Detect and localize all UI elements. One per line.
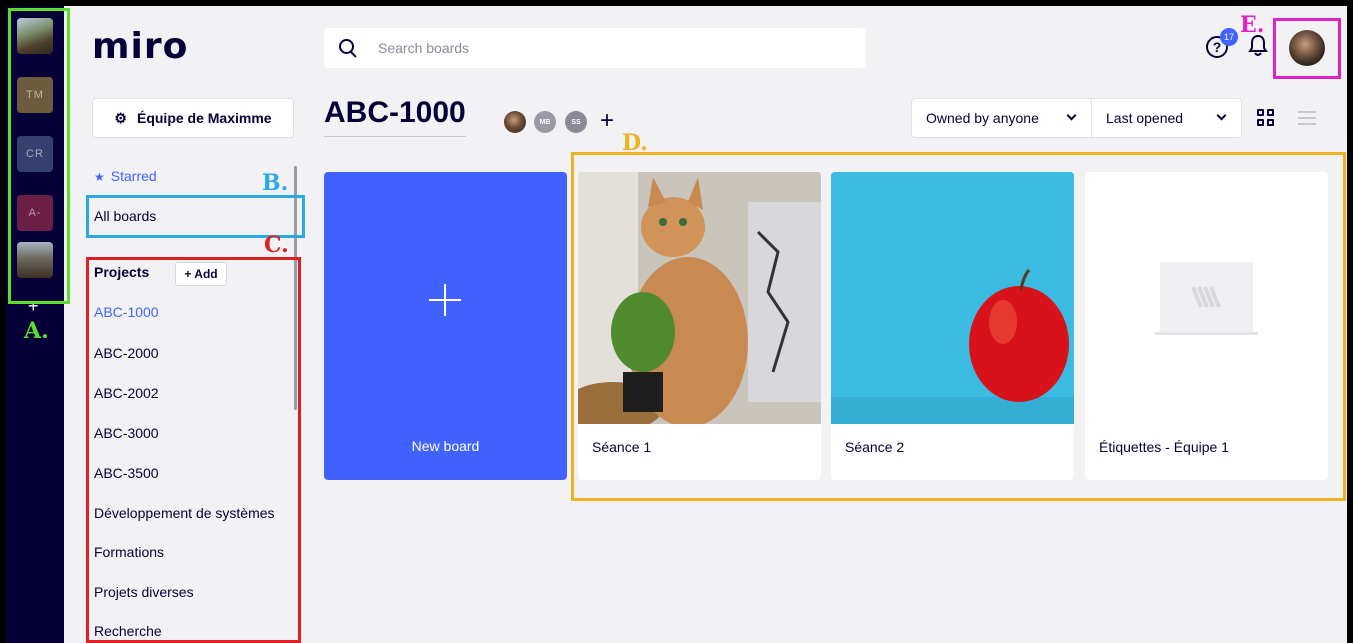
sidebar-item-label: Starred bbox=[110, 168, 157, 184]
board-card[interactable]: Séance 1 bbox=[578, 172, 821, 480]
notification-count-badge: 17 bbox=[1220, 28, 1238, 46]
sidebar-project-item[interactable]: ABC-1000 bbox=[94, 304, 159, 320]
plus-icon bbox=[429, 284, 461, 316]
annotation-label-d: D. bbox=[622, 130, 648, 156]
team-initials: A- bbox=[28, 207, 42, 219]
team-switcher-cr[interactable]: CR bbox=[17, 136, 53, 172]
sidebar-item-all-boards[interactable]: All boards bbox=[94, 208, 156, 224]
sidebar-project-item[interactable]: Développement de systèmes bbox=[94, 505, 275, 521]
add-project-button[interactable]: + Add bbox=[175, 262, 227, 286]
team-name: Équipe de Maximme bbox=[136, 110, 272, 126]
grid-view-icon[interactable] bbox=[1257, 109, 1275, 127]
star-icon: ★ bbox=[94, 170, 105, 184]
new-board-button[interactable]: New board bbox=[324, 172, 567, 480]
annotation-label-b: B. bbox=[262, 170, 289, 196]
sidebar-project-item[interactable]: ABC-3500 bbox=[94, 465, 159, 481]
sidebar-project-item[interactable]: ABC-3000 bbox=[94, 425, 159, 441]
add-team-button[interactable]: + bbox=[28, 296, 39, 317]
board-name: Séance 1 bbox=[592, 439, 652, 455]
miro-placeholder-icon bbox=[1155, 262, 1258, 335]
team-switcher-tm[interactable]: TM bbox=[17, 77, 53, 113]
team-switcher-5[interactable] bbox=[17, 242, 53, 278]
board-card[interactable]: Séance 2 bbox=[831, 172, 1074, 480]
member-avatar[interactable]: SS bbox=[565, 111, 587, 133]
sidebar-project-item[interactable]: ABC-2000 bbox=[94, 345, 159, 361]
board-name: Séance 2 bbox=[845, 439, 905, 455]
sort-dropdown[interactable]: Last opened bbox=[1092, 98, 1242, 138]
projects-heading: Projects bbox=[94, 264, 150, 280]
search-input[interactable] bbox=[378, 40, 838, 56]
cat-photo bbox=[578, 172, 821, 424]
annotation-label-e: E. bbox=[1240, 12, 1265, 38]
list-view-icon[interactable] bbox=[1298, 110, 1316, 126]
board-name: Étiquettes - Équipe 1 bbox=[1099, 439, 1229, 455]
board-thumbnail bbox=[831, 172, 1074, 424]
owner-filter-value: Owned by anyone bbox=[926, 110, 1039, 126]
sidebar-item-starred[interactable]: ★ Starred bbox=[94, 168, 157, 184]
team-settings-button[interactable]: ⚙ Équipe de Maximme bbox=[92, 98, 294, 138]
member-avatar[interactable] bbox=[504, 111, 526, 133]
team-switcher-a[interactable]: A- bbox=[17, 195, 53, 231]
add-member-button[interactable]: + bbox=[600, 107, 614, 135]
member-avatar[interactable]: MB bbox=[534, 111, 556, 133]
team-initials: TM bbox=[26, 89, 44, 101]
sidebar-project-item[interactable]: Projets diverses bbox=[94, 584, 194, 600]
apple-photo bbox=[831, 172, 1074, 424]
chevron-down-icon bbox=[1216, 110, 1227, 121]
sidebar-project-item[interactable]: ABC-2002 bbox=[94, 385, 159, 401]
owner-filter-dropdown[interactable]: Owned by anyone bbox=[911, 98, 1092, 138]
board-card[interactable]: Étiquettes - Équipe 1 bbox=[1085, 172, 1328, 480]
miro-logo[interactable]: miro bbox=[92, 26, 188, 67]
board-thumbnail bbox=[1085, 172, 1328, 424]
team-switcher-1[interactable] bbox=[17, 18, 53, 54]
sidebar-project-item[interactable]: Recherche bbox=[94, 623, 162, 639]
gear-icon: ⚙ bbox=[114, 109, 127, 126]
sort-value: Last opened bbox=[1106, 110, 1184, 126]
search-icon bbox=[338, 38, 358, 58]
sidebar-project-item[interactable]: Formations bbox=[94, 544, 164, 560]
annotation-label-c: C. bbox=[264, 232, 289, 258]
project-title[interactable]: ABC-1000 bbox=[324, 96, 466, 137]
search-bar[interactable] bbox=[324, 28, 866, 68]
miro-dashboard: TM CR A- + miro ? 17 ⚙ Équipe de Maximme… bbox=[6, 6, 1347, 643]
user-avatar[interactable] bbox=[1289, 30, 1325, 66]
board-thumbnail bbox=[578, 172, 821, 424]
team-initials: CR bbox=[26, 148, 44, 160]
chevron-down-icon bbox=[1066, 110, 1077, 121]
new-board-label: New board bbox=[411, 438, 480, 454]
sidebar-scrollbar[interactable] bbox=[294, 166, 297, 410]
annotation-label-a: A. bbox=[24, 318, 49, 344]
